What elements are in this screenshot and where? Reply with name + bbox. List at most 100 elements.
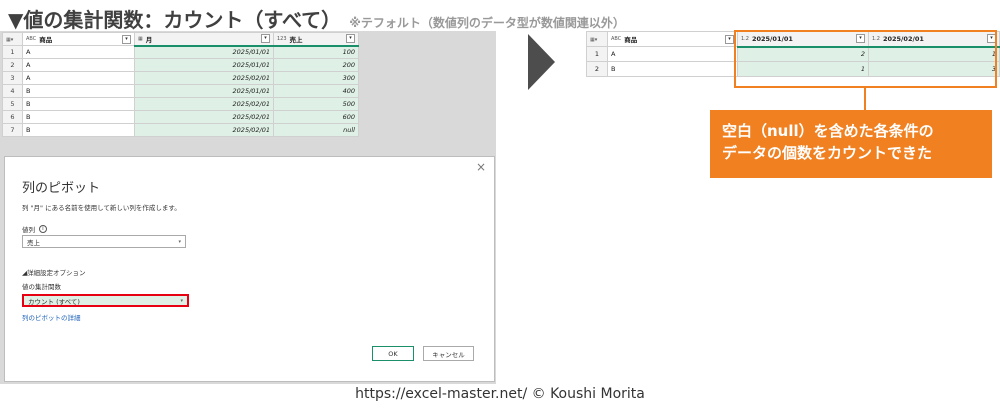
cell-month[interactable]: 2025/02/01 xyxy=(134,110,274,124)
result-table-panel: ▦▾ ABC 商品 ▾ 1.2 2025/01/01 ▾ 1.2 2025/02/01 ▾ … xyxy=(586,31,1000,77)
callout-line-1: 空白（null）を含めた各条件の xyxy=(722,122,934,140)
row-number: 7 xyxy=(2,123,23,137)
text-type-icon: ABC xyxy=(611,36,622,42)
row-number: 2 xyxy=(2,58,23,72)
cell-sales[interactable]: 600 xyxy=(273,110,359,124)
row-number: 3 xyxy=(2,71,23,85)
table-row: 5 B 2025/02/01 500 xyxy=(2,97,359,111)
pivot-column-dialog: × 列のピボット 列 "月" にある名前を使用して新しい列を作成します。 値列 … xyxy=(4,156,495,382)
decimal-type-icon: 1.2 xyxy=(872,35,880,42)
table-row: 3 A 2025/02/01 300 xyxy=(2,71,359,85)
pivot-help-link[interactable]: 列のピボットの詳細 xyxy=(22,312,81,322)
callout-line-2: データの個数をカウントできた xyxy=(722,144,933,162)
table-row: 6 B 2025/02/01 600 xyxy=(2,110,359,124)
cell-product[interactable]: B xyxy=(607,61,738,77)
heading-note: ※テフォルト（数値列のデータ型が数値関連以外） xyxy=(349,16,625,30)
cancel-button[interactable]: キャンセル xyxy=(423,346,474,361)
source-table-header: ▦▾ ABC 商品 ▾ ▦ 月 ▾ 123 売上 ▾ xyxy=(2,32,359,47)
table-row: 4 B 2025/01/01 400 xyxy=(2,84,359,98)
table-row: 1A21 xyxy=(586,46,1000,62)
values-column-label-text: 値列 xyxy=(22,226,35,234)
cell-sales[interactable]: null xyxy=(273,123,359,137)
cell-month[interactable]: 2025/01/01 xyxy=(134,84,274,98)
result-table: ▦▾ ABC 商品 ▾ 1.2 2025/01/01 ▾ 1.2 2025/02/01 ▾ … xyxy=(586,31,1000,77)
heading-title: ▼値の集計関数：カウント（すべて） xyxy=(8,8,342,32)
filter-dropdown-icon[interactable]: ▾ xyxy=(261,34,270,44)
page-heading: ▼値の集計関数：カウント（すべて） ※テフォルト（数値列のデータ型が数値関連以外… xyxy=(8,4,625,32)
cell-count[interactable]: 1 xyxy=(737,61,869,77)
row-number: 2 xyxy=(586,61,608,77)
filter-dropdown-icon[interactable]: ▾ xyxy=(856,34,865,44)
values-column-selected: 売上 xyxy=(27,238,40,247)
table-icon: ▦▾ xyxy=(590,37,598,43)
decimal-type-icon: 1.2 xyxy=(741,35,749,42)
cell-month[interactable]: 2025/02/01 xyxy=(134,71,274,85)
cell-month[interactable]: 2025/01/01 xyxy=(134,58,274,72)
date-type-icon: ▦ xyxy=(138,35,143,42)
cell-product[interactable]: A xyxy=(22,71,135,85)
column-label: 月 xyxy=(145,35,153,44)
cell-month[interactable]: 2025/01/01 xyxy=(134,45,274,59)
info-icon[interactable]: i xyxy=(39,225,47,233)
callout-connector xyxy=(864,88,866,111)
cell-sales[interactable]: 300 xyxy=(273,71,359,85)
aggregate-function-select[interactable]: カウント (すべて) ▾ xyxy=(22,294,189,307)
close-icon[interactable]: × xyxy=(476,160,486,174)
values-column-select[interactable]: 売上 ▾ xyxy=(22,235,186,248)
column-header-product[interactable]: ABC 商品 ▾ xyxy=(22,32,135,46)
table-row: 2B13 xyxy=(586,61,1000,77)
cell-month[interactable]: 2025/02/01 xyxy=(134,97,274,111)
cell-product[interactable]: A xyxy=(607,46,738,62)
cell-count[interactable]: 2 xyxy=(737,46,869,62)
row-number: 1 xyxy=(2,45,23,59)
cell-count[interactable]: 1 xyxy=(868,46,1000,62)
filter-dropdown-icon[interactable]: ▾ xyxy=(122,34,131,44)
chevron-down-icon: ▾ xyxy=(178,238,181,245)
row-number: 6 xyxy=(2,110,23,124)
column-label: 商品 xyxy=(39,36,53,44)
table-row: 2 A 2025/01/01 200 xyxy=(2,58,359,72)
values-column-label: 値列 i xyxy=(22,224,47,234)
table-menu-corner[interactable]: ▦▾ xyxy=(2,32,23,46)
row-number: 4 xyxy=(2,84,23,98)
source-table: ▦▾ ABC 商品 ▾ ▦ 月 ▾ 123 売上 ▾ 1 A 2025/01/01 100 2A2… xyxy=(2,32,359,137)
cell-product[interactable]: B xyxy=(22,123,135,137)
cell-sales[interactable]: 400 xyxy=(273,84,359,98)
cell-product[interactable]: A xyxy=(22,45,135,59)
cell-month[interactable]: 2025/02/01 xyxy=(134,123,274,137)
cell-product[interactable]: B xyxy=(22,110,135,124)
column-header-product[interactable]: ABC 商品 ▾ xyxy=(607,31,738,47)
row-number: 5 xyxy=(2,97,23,111)
dialog-title: 列のピボット xyxy=(22,181,101,196)
filter-dropdown-icon[interactable]: ▾ xyxy=(987,34,996,44)
cell-count[interactable]: 3 xyxy=(868,61,1000,77)
column-header-month[interactable]: ▦ 月 ▾ xyxy=(134,32,274,47)
cell-sales[interactable]: 500 xyxy=(273,97,359,111)
cell-product[interactable]: B xyxy=(22,84,135,98)
cell-sales[interactable]: 100 xyxy=(273,45,359,59)
filter-dropdown-icon[interactable]: ▾ xyxy=(725,34,734,44)
result-callout: 空白（null）を含めた各条件の データの個数をカウントできた xyxy=(710,110,992,178)
column-label: 商品 xyxy=(624,36,638,44)
advanced-options-toggle[interactable]: ◢詳細設定オプション xyxy=(22,267,86,277)
table-menu-corner[interactable]: ▦▾ xyxy=(586,31,608,47)
number-type-icon: 123 xyxy=(277,35,287,42)
table-icon: ▦▾ xyxy=(6,37,14,43)
filter-dropdown-icon[interactable]: ▾ xyxy=(346,34,355,44)
result-table-header: ▦▾ ABC 商品 ▾ 1.2 2025/01/01 ▾ 1.2 2025/02/01 ▾ xyxy=(586,31,1000,48)
chevron-down-icon: ▾ xyxy=(180,297,183,304)
cell-sales[interactable]: 200 xyxy=(273,58,359,72)
table-row: 7 B 2025/02/01 null xyxy=(2,123,359,137)
row-number: 1 xyxy=(586,46,608,62)
column-label: 2025/01/01 xyxy=(751,34,793,43)
column-label: 売上 xyxy=(289,35,303,44)
column-header-sales[interactable]: 123 売上 ▾ xyxy=(273,32,359,47)
text-type-icon: ABC xyxy=(26,36,37,42)
column-header-2025-01[interactable]: 1.2 2025/01/01 ▾ xyxy=(737,31,869,48)
column-header-2025-02[interactable]: 1.2 2025/02/01 ▾ xyxy=(868,31,1000,48)
table-row: 1 A 2025/01/01 100 xyxy=(2,45,359,59)
ok-button[interactable]: OK xyxy=(372,346,414,361)
cell-product[interactable]: B xyxy=(22,97,135,111)
transform-arrow-icon xyxy=(528,34,555,90)
cell-product[interactable]: A xyxy=(22,58,135,72)
